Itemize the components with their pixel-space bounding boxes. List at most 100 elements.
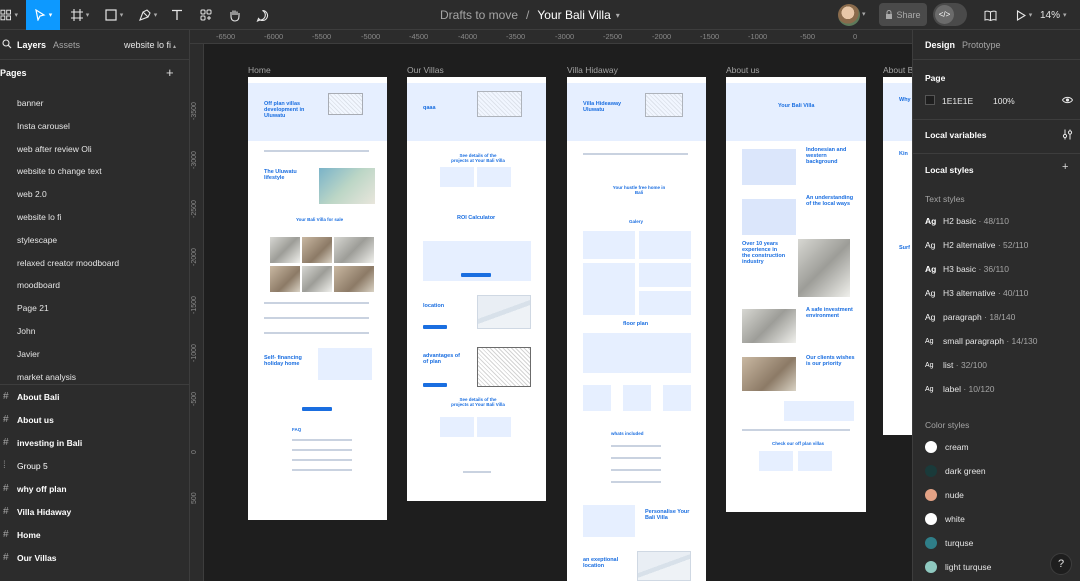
canvas[interactable]: -6500 -6000 -5500 -5000 -4500 -4000 -350… xyxy=(190,30,912,581)
eye-icon[interactable] xyxy=(1062,96,1073,104)
frame-our-villas[interactable]: qaaa See details of the projects at Your… xyxy=(407,77,546,501)
feature-card xyxy=(583,385,611,411)
text-style-icon: Ag xyxy=(925,361,934,369)
avatar[interactable] xyxy=(838,4,860,26)
hero-section xyxy=(726,83,866,141)
text-style-item[interactable]: Ag list · 32/100 xyxy=(925,353,987,377)
frame-label-villa-hidaway[interactable]: Villa Hidaway xyxy=(567,65,618,75)
local-styles-title: Local styles xyxy=(925,165,974,175)
help-button[interactable]: ? xyxy=(1050,553,1072,575)
page-opacity-value[interactable]: 100% xyxy=(993,96,1015,106)
page-color-value[interactable]: 1E1E1E xyxy=(942,96,973,106)
page-item[interactable]: relaxed creator moodboard xyxy=(0,252,189,275)
tab-assets[interactable]: Assets xyxy=(53,40,80,50)
color-style-item[interactable]: turquse xyxy=(925,531,973,555)
layer-item[interactable]: # why off plan xyxy=(0,477,189,500)
color-style-item[interactable]: dark green xyxy=(925,459,986,483)
frame-label-our-villas[interactable]: Our Villas xyxy=(407,65,444,75)
frame-villa-hidaway[interactable]: Villa Hideaway Uluwatu Your hustle free … xyxy=(567,77,706,581)
text-style-name: list xyxy=(943,360,954,370)
top-toolbar: ▾ ▾ ▾ ▾ ▾ Drafts to move / Your Bali Vil… xyxy=(0,0,1080,30)
page-item[interactable]: Javier xyxy=(0,343,189,366)
text-style-name: H2 basic xyxy=(943,216,977,226)
move-tool-button[interactable]: ▾ xyxy=(26,0,60,30)
text-style-item[interactable]: Ag paragraph · 18/140 xyxy=(925,305,1015,329)
text-style-item[interactable]: Ag H2 basic · 48/110 xyxy=(925,209,1009,233)
cta-button[interactable] xyxy=(302,407,332,411)
layer-item[interactable]: # About Bali xyxy=(0,385,189,408)
frame-icon: # xyxy=(3,506,9,517)
frame-tool-button[interactable]: ▾ xyxy=(66,0,94,30)
calc-button[interactable] xyxy=(461,273,491,277)
add-style-button[interactable]: + xyxy=(1062,161,1068,173)
gallery-image xyxy=(639,263,691,287)
color-style-item[interactable]: nude xyxy=(925,483,964,507)
resources-tool-button[interactable] xyxy=(197,0,215,30)
file-name[interactable]: Your Bali Villa xyxy=(537,8,610,22)
text-style-item[interactable]: Ag H3 basic · 36/110 xyxy=(925,257,1009,281)
page-item[interactable]: web after review Oli xyxy=(0,138,189,161)
text-style-item[interactable]: Ag H2 alternative · 52/110 xyxy=(925,233,1028,257)
hand-tool-button[interactable] xyxy=(225,0,243,30)
file-location[interactable]: Drafts to move xyxy=(440,8,518,22)
color-style-item[interactable]: white xyxy=(925,507,965,531)
page-item[interactable]: banner xyxy=(0,92,189,115)
zoom-dropdown[interactable]: 14% ▾ xyxy=(1040,0,1067,30)
frame-label-home[interactable]: Home xyxy=(248,65,271,75)
project-card xyxy=(477,167,511,187)
text-style-item[interactable]: Ag small paragraph · 14/130 xyxy=(925,329,1038,353)
frame-home[interactable]: Off plan villas development in Uluwatu T… xyxy=(248,77,387,520)
pen-tool-button[interactable]: ▾ xyxy=(134,0,162,30)
layer-item[interactable]: # Our Villas xyxy=(0,546,189,569)
frame-label-about-us[interactable]: About us xyxy=(726,65,760,75)
dev-mode-toggle[interactable]: </> xyxy=(933,3,967,26)
layer-item[interactable]: # investing in Bali xyxy=(0,431,189,454)
file-title[interactable]: Drafts to move / Your Bali Villa ▾ xyxy=(440,0,620,30)
local-variables-section[interactable]: Local variables xyxy=(913,120,1080,154)
shape-tool-button[interactable]: ▾ xyxy=(100,0,128,30)
text-tool-button[interactable] xyxy=(168,0,186,30)
page-item-active[interactable]: website lo fi xyxy=(0,206,189,229)
page-item[interactable]: John xyxy=(0,320,189,343)
share-button[interactable]: Share xyxy=(879,3,927,26)
color-style-item[interactable]: cream xyxy=(925,435,969,459)
frame-about-us[interactable]: Your Bali Villa Indonesian and western b… xyxy=(726,77,866,512)
advantages-button[interactable] xyxy=(423,383,447,387)
text-style-item[interactable]: Ag label · 10/120 xyxy=(925,377,995,401)
variables-icon[interactable] xyxy=(1062,129,1073,140)
current-page-dropdown[interactable]: website lo fi ▴ xyxy=(124,40,176,50)
design-panel: Design Prototype Page 1E1E1E 100% Local … xyxy=(912,30,1080,581)
projects-title: See details of the projects at Your Bali… xyxy=(451,153,505,163)
text-style-item[interactable]: Ag H3 alternative · 40/110 xyxy=(925,281,1028,305)
pen-icon xyxy=(138,9,151,21)
page-item[interactable]: Page 21 xyxy=(0,297,189,320)
search-icon[interactable] xyxy=(2,39,12,49)
page-item[interactable]: website to change text xyxy=(0,160,189,183)
color-styles-title: Color styles xyxy=(925,420,970,430)
page-item[interactable]: web 2.0 xyxy=(0,183,189,206)
layer-item[interactable]: # Villa Hidaway xyxy=(0,500,189,523)
layer-item[interactable]: ⁞ Group 5 xyxy=(0,454,189,477)
library-button[interactable] xyxy=(980,0,1000,30)
color-swatch xyxy=(925,537,937,549)
frame-about-bali[interactable]: Why Kin Surf xyxy=(883,77,912,435)
page-color-swatch[interactable] xyxy=(925,95,935,105)
tab-design[interactable]: Design xyxy=(925,40,955,50)
comment-tool-button[interactable] xyxy=(253,0,271,30)
frame-label-about-bali[interactable]: About B xyxy=(883,65,912,75)
layer-item[interactable]: # Home xyxy=(0,523,189,546)
page-item[interactable]: stylescape xyxy=(0,229,189,252)
page-item[interactable]: moodboard xyxy=(0,274,189,297)
tab-layers[interactable]: Layers xyxy=(17,40,46,50)
main-menu-button[interactable]: ▾ xyxy=(0,0,18,30)
ruler-tick: -1000 xyxy=(191,344,198,362)
tab-prototype[interactable]: Prototype xyxy=(962,40,1001,50)
present-button[interactable]: ▾ xyxy=(1012,0,1036,30)
add-page-button[interactable]: + xyxy=(166,65,174,80)
chevron-down-icon[interactable]: ▾ xyxy=(862,10,866,18)
layer-item[interactable]: # About us xyxy=(0,408,189,431)
page-item[interactable]: Insta carousel xyxy=(0,115,189,138)
chevron-down-icon[interactable]: ▾ xyxy=(616,11,620,20)
location-button[interactable] xyxy=(423,325,447,329)
color-style-item[interactable]: light turquse xyxy=(925,555,991,579)
